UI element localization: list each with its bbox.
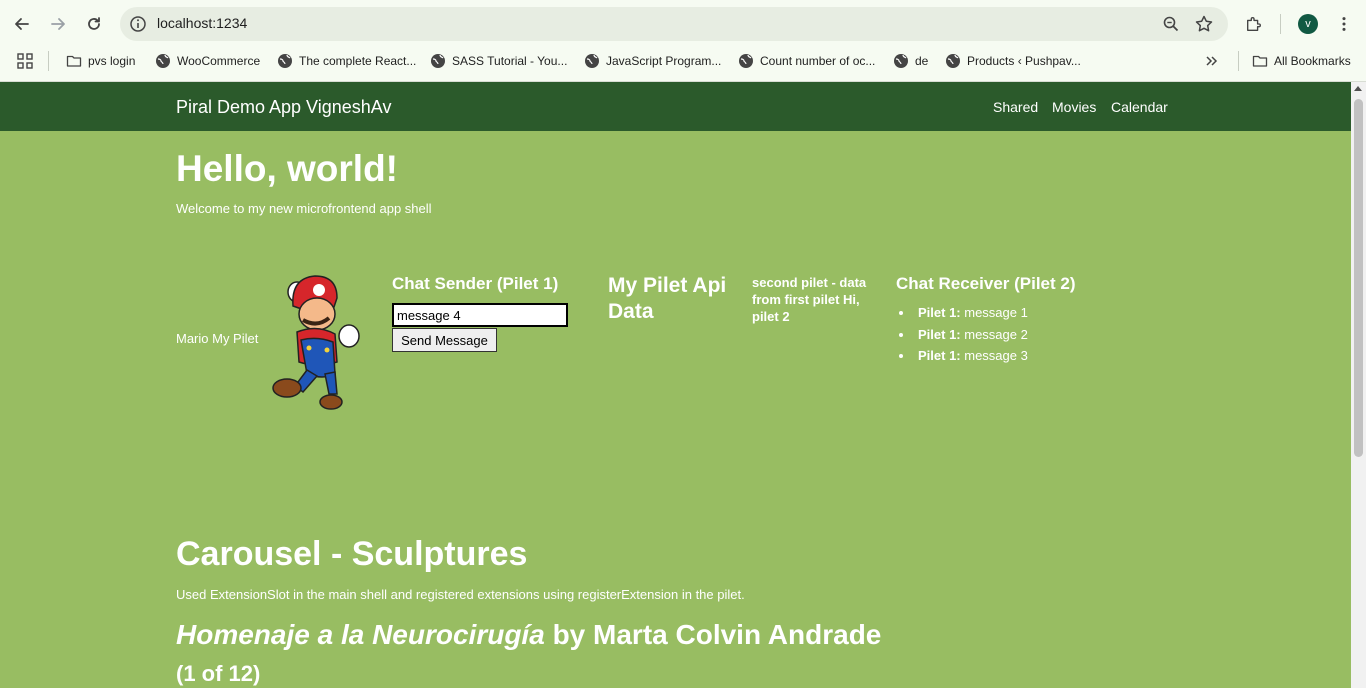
kebab-menu-icon bbox=[1342, 17, 1346, 31]
bookmark-label: The complete React... bbox=[299, 54, 417, 68]
reload-icon bbox=[88, 17, 100, 30]
bookmark-item[interactable]: WooCommerce bbox=[155, 51, 260, 71]
arrow-right-icon bbox=[51, 18, 65, 30]
message-text: message 2 bbox=[960, 326, 1028, 342]
globe-icon bbox=[278, 54, 292, 68]
all-bookmarks-folder[interactable]: All Bookmarks bbox=[1252, 51, 1351, 71]
page-title: Hello, world! bbox=[176, 148, 398, 189]
sculpture-heading: Homenaje a la Neurocirugía by Marta Colv… bbox=[176, 619, 881, 651]
bookmarks-bar: pvs login WooCommerce The complete React..… bbox=[0, 48, 1366, 74]
chat-sender-title: Chat Sender (Pilet 1) bbox=[392, 274, 559, 293]
nav-link-movies[interactable]: Movies bbox=[1052, 99, 1096, 115]
bookmark-label: WooCommerce bbox=[177, 54, 261, 68]
carousel-title: Carousel - Sculptures bbox=[176, 535, 528, 573]
folder-icon bbox=[66, 55, 82, 67]
bookmark-label: Count number of oc... bbox=[760, 54, 876, 68]
all-bookmarks-label: All Bookmarks bbox=[1274, 54, 1351, 68]
profile-button[interactable]: v bbox=[1294, 10, 1322, 38]
globe-icon bbox=[585, 54, 599, 68]
info-icon[interactable] bbox=[128, 14, 148, 34]
message-text: message 3 bbox=[960, 348, 1028, 363]
toolbar-divider bbox=[1280, 14, 1281, 34]
mario-pilet-label: Mario My Pilet bbox=[176, 331, 259, 346]
bookmark-item[interactable]: JavaScript Program... bbox=[584, 51, 721, 71]
bookmark-item[interactable]: Products ‹ Pushpav... bbox=[945, 51, 1081, 71]
bookmark-item[interactable]: de bbox=[893, 51, 928, 71]
list-item: Pilet 1: message 3 bbox=[914, 345, 1028, 367]
page-subtitle: Welcome to my new microfrontend app shel… bbox=[176, 201, 432, 216]
bookmark-item[interactable]: SASS Tutorial - You... bbox=[430, 51, 567, 71]
second-pilet-text: second pilet - data from first pilet Hi,… bbox=[752, 275, 867, 324]
bookmark-label: pvs login bbox=[88, 54, 136, 68]
message-sender: Pilet 1: bbox=[918, 305, 961, 320]
app-brand[interactable]: Piral Demo App VigneshAv bbox=[176, 97, 391, 118]
mario-image bbox=[272, 275, 360, 410]
bookmark-item[interactable]: Count number of oc... bbox=[738, 51, 875, 71]
url-text[interactable]: localhost:1234 bbox=[157, 15, 247, 31]
bookmark-label: de bbox=[915, 54, 929, 68]
extensions-button[interactable] bbox=[1240, 10, 1268, 38]
nav-link-calendar[interactable]: Calendar bbox=[1111, 99, 1168, 115]
apps-button[interactable] bbox=[17, 51, 39, 71]
bookmark-label: JavaScript Program... bbox=[606, 54, 722, 68]
scroll-up-arrow[interactable] bbox=[1354, 86, 1362, 91]
browser-chrome: localhost:1234 v pvs login WooCommerce The… bbox=[0, 0, 1366, 82]
sculpture-artist: by Marta Colvin Andrade bbox=[544, 619, 882, 650]
chat-receiver-title: Chat Receiver (Pilet 2) bbox=[896, 274, 1076, 293]
bookmark-label: Products ‹ Pushpav... bbox=[967, 54, 1081, 68]
list-item: Pilet 1: message 1 bbox=[914, 302, 1028, 324]
puzzle-icon bbox=[1247, 17, 1261, 31]
message-sender: Pilet 1: bbox=[918, 326, 961, 342]
globe-icon bbox=[156, 54, 170, 68]
bookmark-item[interactable]: The complete React... bbox=[277, 51, 416, 71]
page-viewport: Piral Demo App VigneshAv Shared Movies C… bbox=[0, 82, 1366, 688]
globe-icon bbox=[431, 54, 445, 68]
bookmark-star-icon[interactable] bbox=[1194, 14, 1214, 34]
chevron-double-right-icon bbox=[1206, 56, 1218, 66]
chat-receiver-list: Pilet 1: message 1 Pilet 1: message 2 Pi… bbox=[914, 302, 1028, 367]
arrow-left-icon bbox=[15, 18, 29, 30]
avatar: v bbox=[1298, 14, 1318, 34]
list-item: Pilet 1: message 2 bbox=[914, 324, 1028, 346]
menu-button[interactable] bbox=[1330, 10, 1358, 38]
address-bar[interactable]: localhost:1234 bbox=[120, 7, 1228, 41]
apps-grid-icon bbox=[17, 53, 33, 69]
chat-message-input[interactable] bbox=[392, 303, 568, 327]
app-navbar: Piral Demo App VigneshAv Shared Movies C… bbox=[0, 82, 1351, 131]
bookmarks-divider-right bbox=[1238, 51, 1239, 71]
bookmark-label: SASS Tutorial - You... bbox=[452, 54, 568, 68]
forward-button[interactable] bbox=[44, 10, 72, 38]
carousel-subtitle: Used ExtensionSlot in the main shell and… bbox=[176, 587, 745, 602]
sculpture-name: Homenaje a la Neurocirugía bbox=[176, 619, 545, 650]
scroll-thumb[interactable] bbox=[1354, 99, 1363, 457]
bookmark-item[interactable]: pvs login bbox=[66, 51, 135, 71]
pilet-api-heading: My Pilet Api Data bbox=[608, 274, 727, 323]
back-button[interactable] bbox=[8, 10, 36, 38]
reload-button[interactable] bbox=[80, 10, 108, 38]
folder-icon bbox=[1252, 55, 1268, 67]
page-scrollbar[interactable] bbox=[1351, 82, 1366, 688]
globe-icon bbox=[946, 54, 960, 68]
message-text: message 1 bbox=[960, 305, 1028, 320]
zoom-icon[interactable] bbox=[1161, 14, 1181, 34]
bookmarks-divider bbox=[48, 51, 49, 71]
carousel-counter: (1 of 12) bbox=[176, 661, 261, 686]
message-sender: Pilet 1: bbox=[918, 348, 961, 363]
send-message-button[interactable]: Send Message bbox=[392, 328, 497, 352]
globe-icon bbox=[739, 54, 753, 68]
nav-link-shared[interactable]: Shared bbox=[993, 99, 1038, 115]
globe-icon bbox=[894, 54, 908, 68]
more-bookmarks-button[interactable] bbox=[1203, 51, 1225, 71]
